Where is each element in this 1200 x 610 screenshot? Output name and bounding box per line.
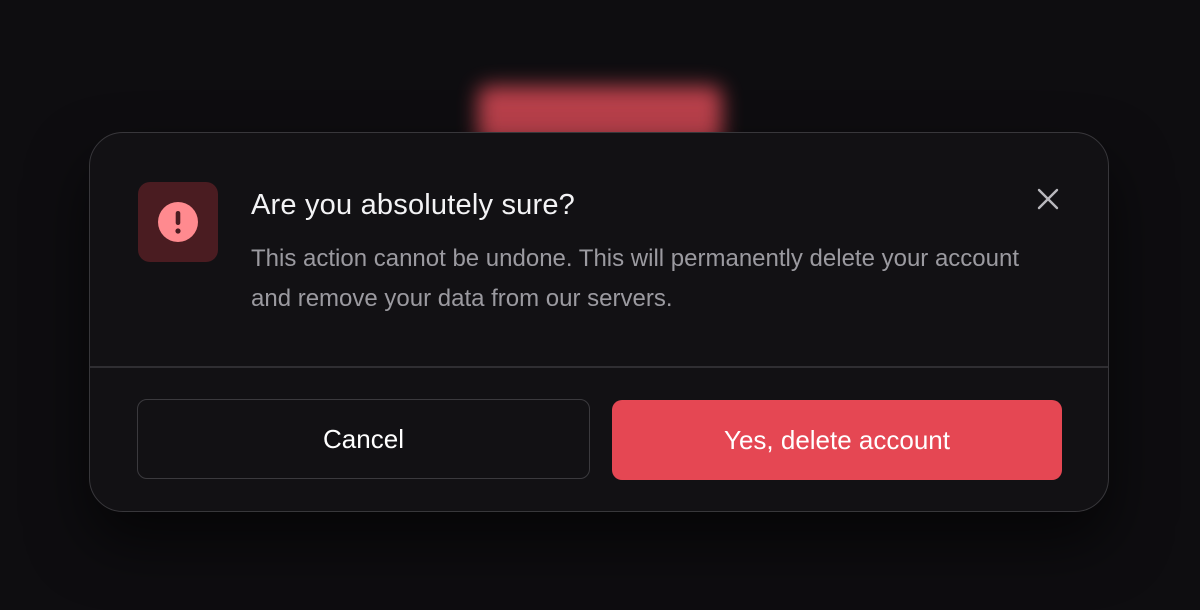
alert-icon-container [138,182,218,262]
cancel-button[interactable]: Cancel [137,399,590,479]
alert-circle-icon [158,202,198,242]
close-icon [1037,188,1059,210]
confirmation-dialog: Are you absolutely sure? This action can… [89,132,1109,512]
delete-account-button[interactable]: Yes, delete account [612,400,1062,480]
dialog-description: This action cannot be undone. This will … [251,245,1020,312]
dialog-divider [90,366,1108,368]
screen: Are you absolutely sure? This action can… [0,0,1200,610]
dialog-title: Are you absolutely sure? [251,189,575,221]
close-button[interactable] [1028,179,1068,219]
